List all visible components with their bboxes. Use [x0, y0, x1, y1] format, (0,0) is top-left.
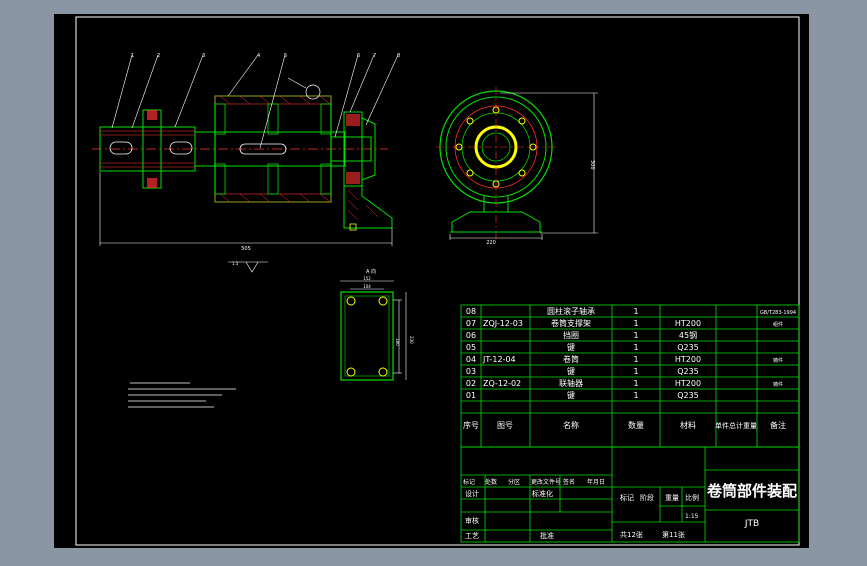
- parts-row-note: GB/T283-1994: [760, 310, 796, 316]
- callout-8: 8: [397, 53, 400, 59]
- callout-7: 7: [373, 53, 376, 59]
- parts-row-qty: 1: [633, 355, 638, 364]
- plate-dim-side-inner: 180: [395, 338, 400, 346]
- header-code: 图号: [497, 421, 513, 430]
- drawing-canvas[interactable]: 505 1 2 3 4 5 6 7 8 1.5 220 300 A 向 152 …: [0, 0, 867, 562]
- weight-label: 重量: [665, 494, 679, 502]
- parts-row-qty: 1: [633, 391, 638, 400]
- parts-row-material: Q235: [677, 343, 699, 352]
- stage2-label: 阶段: [640, 493, 654, 502]
- cad-viewport[interactable]: 505 1 2 3 4 5 6 7 8 1.5 220 300 A 向 152 …: [0, 0, 867, 562]
- callout-3: 3: [202, 53, 205, 59]
- parts-row-qty: 1: [633, 331, 638, 340]
- parts-row-qty: 1: [633, 307, 638, 316]
- sheets-total: 共12张: [620, 530, 643, 539]
- parts-row-material: HT200: [675, 319, 701, 328]
- parts-row-material: Q235: [677, 367, 699, 376]
- header-material: 材料: [680, 420, 696, 430]
- parts-row-qty: 1: [633, 367, 638, 376]
- parts-row-code: ZQJ-12-03: [483, 319, 523, 328]
- parts-row-name: 圆柱滚子轴承: [547, 306, 595, 316]
- parts-row-name: 键: [567, 366, 575, 376]
- overall-length-dim: 505: [241, 246, 251, 252]
- callout-2: 2: [157, 53, 160, 59]
- parts-row-code: JT-12-04: [482, 355, 516, 364]
- parts-row-no: 04: [466, 355, 476, 364]
- check-label: 审核: [465, 516, 479, 525]
- revision-header-cell: 年月日: [587, 478, 605, 486]
- drawing-code: JTB: [744, 519, 759, 529]
- plate-dim-side-outer: 230: [409, 336, 414, 344]
- standard-label: 标准化: [532, 489, 553, 498]
- parts-row-no: 08: [466, 307, 476, 316]
- header-no: 序号: [463, 420, 479, 430]
- parts-row-no: 07: [466, 319, 476, 328]
- plate-dim-outer: 152: [363, 276, 371, 281]
- parts-row-name: 联轴器: [559, 378, 583, 388]
- parts-row-no: 01: [466, 391, 476, 400]
- parts-row-no: 06: [466, 331, 476, 340]
- scale-label: 比例: [685, 493, 699, 502]
- parts-row-material: 45钢: [679, 330, 697, 340]
- parts-row-name: 键: [567, 342, 575, 352]
- callout-4: 4: [257, 53, 260, 59]
- revision-header-cell: 更改文件号: [531, 478, 561, 486]
- parts-row-material: HT200: [675, 379, 701, 388]
- revision-header-cell: 标记: [463, 478, 475, 486]
- parts-row-note: 铸件: [773, 381, 783, 388]
- plate-view-label: A 向: [366, 268, 376, 275]
- detail-note: 1.5: [232, 261, 239, 266]
- parts-row-name: 卷筒: [563, 354, 579, 364]
- callout-5: 5: [284, 53, 287, 59]
- callout-6: 6: [357, 53, 360, 59]
- parts-row-material: Q235: [677, 391, 699, 400]
- header-weight: 单件总计重量: [715, 421, 757, 430]
- parts-row-no: 05: [466, 343, 476, 352]
- plate-dim-inner: 104: [363, 284, 371, 289]
- process-label: 工艺: [465, 532, 479, 540]
- revision-header-cell: 签名: [563, 478, 575, 486]
- side-height-dim: 300: [589, 160, 595, 170]
- parts-row-qty: 1: [633, 343, 638, 352]
- header-qty: 数量: [628, 420, 644, 430]
- header-note: 备注: [770, 420, 786, 430]
- scale-value: 1:15: [685, 513, 699, 520]
- drawing-title: 卷筒部件装配: [706, 482, 797, 500]
- design-label: 设计: [465, 489, 479, 498]
- revision-header-cell: 处数: [485, 478, 497, 486]
- parts-row-qty: 1: [633, 379, 638, 388]
- parts-row-material: HT200: [675, 355, 701, 364]
- sheet-no: 第11张: [662, 530, 685, 539]
- parts-row-qty: 1: [633, 319, 638, 328]
- parts-row-code: ZQ-12-02: [483, 379, 521, 388]
- header-name: 名称: [563, 420, 579, 430]
- stage-label: 标记: [620, 493, 634, 502]
- parts-row-name: 卷筒支撑架: [551, 318, 591, 328]
- callout-1: 1: [131, 53, 134, 59]
- parts-row-note: 铸件: [773, 357, 783, 364]
- parts-row-name: 键: [567, 390, 575, 400]
- parts-row-name: 挡圈: [563, 330, 579, 340]
- drawing-sheet: [54, 14, 809, 548]
- parts-row-no: 02: [466, 379, 476, 388]
- revision-header-cell: 分区: [508, 478, 520, 486]
- side-width-dim: 220: [486, 240, 496, 246]
- parts-row-note: 组件: [773, 321, 783, 328]
- approve-label: 批准: [540, 531, 554, 540]
- parts-row-no: 03: [466, 367, 476, 376]
